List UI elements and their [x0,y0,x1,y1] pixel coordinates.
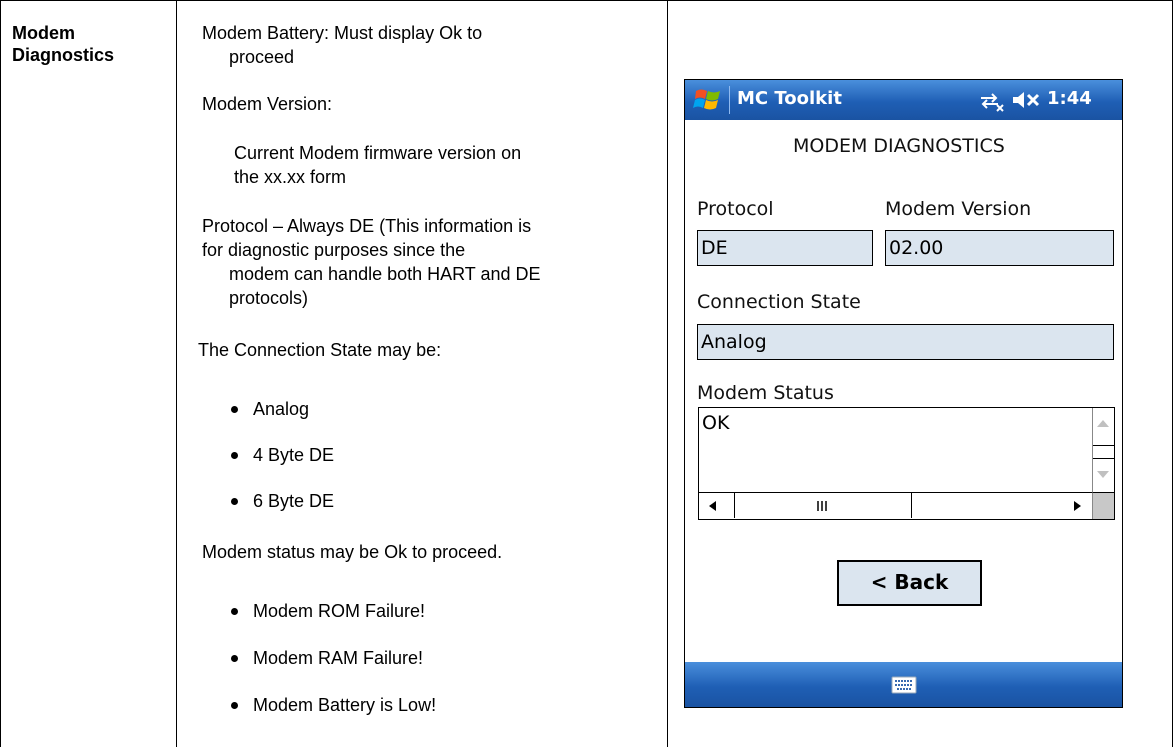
scroll-left-icon[interactable] [707,500,717,512]
status-item: Modem RAM Failure! [253,648,424,668]
scrollbar-corner [1092,492,1114,519]
protocol-line1: Protocol – Always DE (This information i… [202,216,532,236]
protocol-field[interactable]: DE [697,230,873,266]
windows-start-icon[interactable] [693,87,725,113]
connection-state-label: Connection State [697,291,861,313]
version-desc-line2: the xx.xx form [234,167,347,187]
title-separator [729,86,730,114]
bullet-icon [231,498,238,505]
speaker-muted-icon[interactable] [1011,90,1043,110]
modem-status-listbox[interactable]: OK [698,407,1115,520]
protocol-line3: modem can handle both HART and DE [229,264,541,284]
scroll-thumb[interactable] [1093,445,1114,459]
scroll-down-icon[interactable] [1096,470,1110,480]
bullet-icon [231,452,238,459]
scroll-right-icon[interactable] [1073,500,1083,512]
connection-state-item: Analog [253,399,310,419]
device-screenshot: MC Toolkit 1:44 MODEM DIAGNOSTICS Protoc… [684,79,1123,708]
table-left-border [0,0,1,747]
keyboard-icon[interactable] [891,676,917,694]
table-top-border [0,0,1173,1]
screen-title: MODEM DIAGNOSTICS [793,135,1005,157]
protocol-line2: for diagnostic purposes since the [202,240,466,260]
back-button[interactable]: < Back [837,560,982,606]
horizontal-scrollbar[interactable] [699,492,1093,519]
status-item: Modem ROM Failure! [253,601,426,621]
scroll-up-icon[interactable] [1096,418,1110,428]
bullet-icon [231,608,238,615]
table-column-divider-1 [176,0,177,747]
bullet-icon [231,655,238,662]
table-column-divider-2 [667,0,668,747]
row-header-line1: Modem [12,23,75,43]
modem-version-field[interactable]: 02.00 [885,230,1114,266]
modem-status-value: OK [702,412,730,434]
modem-version-label: Modem Version [885,198,1032,220]
connection-intro: The Connection State may be: [198,340,442,360]
connection-state-item: 4 Byte DE [253,445,335,465]
version-label: Modem Version: [202,94,333,114]
bullet-icon [231,702,238,709]
horizontal-scroll-thumb[interactable] [734,493,912,518]
row-header-line2: Diagnostics [12,45,115,65]
protocol-line4: protocols) [229,288,309,308]
vertical-scrollbar[interactable] [1092,408,1114,493]
app-title: MC Toolkit [737,88,842,109]
connection-state-field[interactable]: Analog [697,324,1114,360]
status-item: Modem Battery is Low! [253,695,437,715]
protocol-label: Protocol [697,198,774,220]
grip-icon [817,501,827,511]
battery-text-line2: proceed [229,47,295,67]
battery-text-line1: Modem Battery: Must display Ok to [202,23,483,43]
version-desc-line1: Current Modem firmware version on [234,143,522,163]
bottom-bar [685,662,1122,707]
bullet-icon [231,406,238,413]
connectivity-icon[interactable] [978,90,1006,112]
title-bar: MC Toolkit 1:44 [685,80,1122,120]
clock-time: 1:44 [1047,88,1092,109]
status-intro: Modem status may be Ok to proceed. [202,542,503,562]
modem-status-label: Modem Status [697,382,834,404]
connection-state-item: 6 Byte DE [253,491,335,511]
